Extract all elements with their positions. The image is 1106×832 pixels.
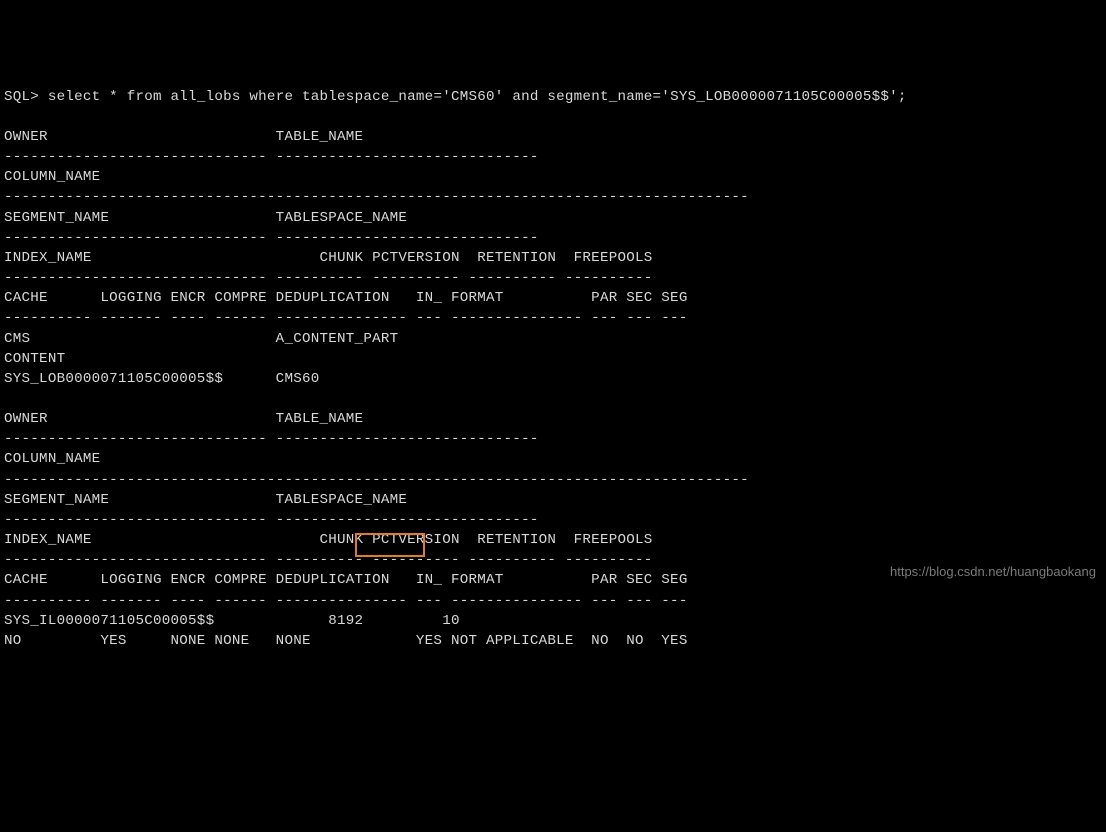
header-owner: OWNER TABLE_NAME — [4, 129, 363, 145]
header-segment: SEGMENT_NAME TABLESPACE_NAME — [4, 492, 407, 508]
header-segment: SEGMENT_NAME TABLESPACE_NAME — [4, 210, 407, 226]
header-dash: ------------------------------ ---------… — [4, 431, 539, 447]
header-column-name: COLUMN_NAME — [4, 169, 100, 185]
data-row: CONTENT — [4, 351, 65, 367]
header-dash: ---------- ------- ---- ------ ---------… — [4, 310, 688, 326]
header-cache: CACHE LOGGING ENCR COMPRE DEDUPLICATION … — [4, 572, 688, 588]
header-index: INDEX_NAME CHUNK PCTVERSION RETENTION FR… — [4, 532, 653, 548]
header-dash: ------------------------------ ---------… — [4, 270, 653, 286]
header-dash: ----------------------------------------… — [4, 472, 749, 488]
sql-prompt: SQL> — [4, 89, 48, 105]
header-dash: ----------------------------------------… — [4, 189, 749, 205]
header-dash: ---------- ------- ---- ------ ---------… — [4, 593, 688, 609]
data-row: CMS A_CONTENT_PART — [4, 331, 398, 347]
header-dash: ------------------------------ ---------… — [4, 512, 539, 528]
header-owner: OWNER TABLE_NAME — [4, 411, 363, 427]
header-column-name: COLUMN_NAME — [4, 451, 100, 467]
data-row: SYS_IL0000071105C00005$$ 8192 10 — [4, 613, 460, 629]
watermark-text: https://blog.csdn.net/huangbaokang — [890, 563, 1096, 581]
data-row: SYS_LOB0000071105C00005$$ CMS60 — [4, 371, 320, 387]
data-row: NO YES NONE NONE NONE YES NOT APPLICABLE… — [4, 633, 688, 649]
header-index: INDEX_NAME CHUNK PCTVERSION RETENTION FR… — [4, 250, 653, 266]
header-dash: ------------------------------ ---------… — [4, 149, 539, 165]
sql-command: select * from all_lobs where tablespace_… — [48, 89, 907, 105]
header-dash: ------------------------------ ---------… — [4, 552, 653, 568]
header-dash: ------------------------------ ---------… — [4, 230, 539, 246]
header-cache: CACHE LOGGING ENCR COMPRE DEDUPLICATION … — [4, 290, 688, 306]
